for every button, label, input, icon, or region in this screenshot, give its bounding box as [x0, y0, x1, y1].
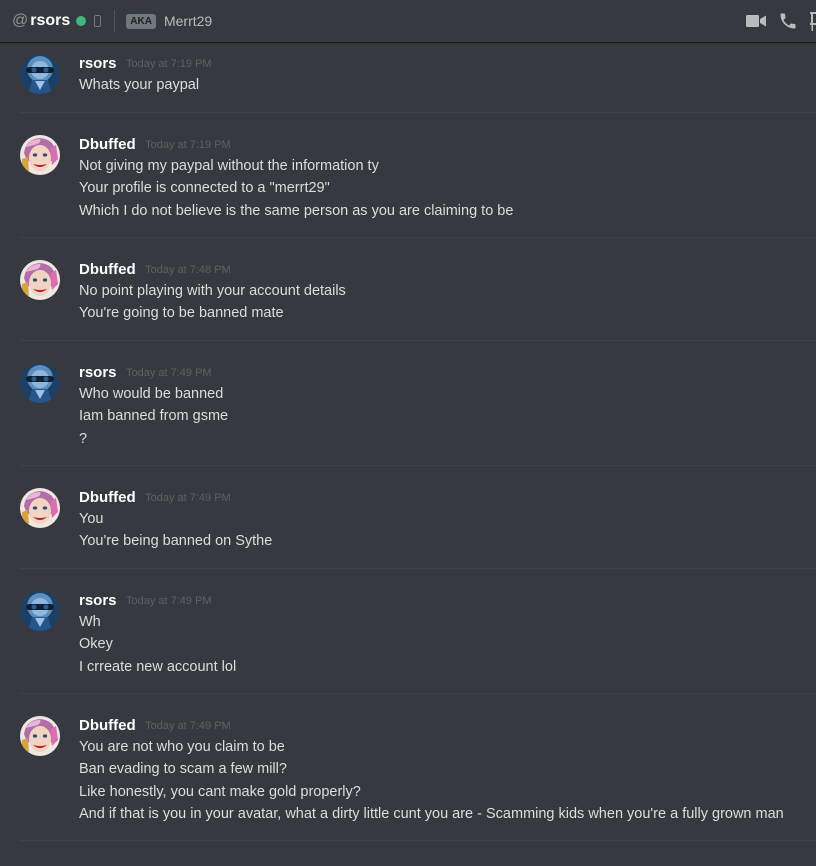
message-group: rsors Today at 7:49 PM Who would be bann…: [20, 363, 816, 466]
message-text: You are not who you claim to be: [79, 739, 285, 755]
message-group: rsors Today at 7:49 PM Wh Okey I crreate…: [20, 591, 816, 694]
message-timestamp: Today at 7:49 PM: [145, 720, 231, 732]
message-text: Your profile is connected to a "merrt29": [79, 180, 330, 197]
message-text: Ban evading to scam a few mill?: [79, 761, 287, 778]
message-group: rsors Today at 7:19 PM Whats your paypal: [20, 54, 816, 113]
message-group: Dbuffed Today at 7:48 PM No point playin…: [20, 260, 816, 341]
message-timestamp: Today at 7:49 PM: [145, 492, 231, 504]
video-call-icon[interactable]: [746, 14, 766, 28]
avatar[interactable]: [20, 591, 60, 631]
mobile-icon: [94, 15, 102, 27]
message-text: Iam banned from gsme: [79, 408, 229, 425]
avatar[interactable]: [20, 716, 60, 756]
message-group: Dbuffed Today at 7:19 PM Not giving my p…: [20, 135, 816, 238]
message-text: I crreate new account lol: [79, 658, 237, 675]
message-text: Like honestly, you cant make gold proper…: [79, 783, 361, 800]
message-text: Which I do not believe is the same perso…: [79, 202, 514, 219]
message-text: You're being banned on Sythe: [79, 533, 273, 550]
message-text: No point playing with your account detai…: [79, 283, 346, 299]
message-text: You: [79, 511, 104, 527]
message-timestamp: Today at 7:19 PM: [145, 139, 231, 151]
message-text: ?: [79, 430, 88, 447]
message-timestamp: Today at 7:19 PM: [125, 58, 212, 70]
message-author[interactable]: rsors: [79, 55, 117, 72]
avatar[interactable]: [20, 260, 60, 300]
message-text: Whats your paypal: [79, 77, 200, 93]
avatar[interactable]: [20, 363, 60, 403]
message-text: Not giving my paypal without the informa…: [79, 158, 379, 174]
aka-badge: AKA: [126, 13, 156, 29]
message-text: You're going to be banned mate: [79, 305, 284, 322]
message-group: Dbuffed Today at 7:49 PM You You're bein…: [20, 488, 816, 569]
avatar[interactable]: [20, 135, 60, 175]
message-text: Wh: [79, 614, 101, 630]
message-text: Okey: [79, 636, 113, 653]
dm-username[interactable]: rsors: [30, 12, 70, 30]
at-icon: @: [12, 12, 29, 29]
message-author[interactable]: rsors: [79, 592, 117, 609]
message-author[interactable]: Dbuffed: [79, 261, 136, 278]
avatar[interactable]: [20, 488, 60, 528]
channel-header: @ rsors AKA Merrt29: [0, 0, 816, 42]
message-group: Dbuffed Today at 7:49 PM You are not who…: [20, 716, 816, 841]
message-author[interactable]: Dbuffed: [79, 136, 136, 153]
message-text: Who would be banned: [79, 386, 224, 402]
voice-call-icon[interactable]: [778, 11, 798, 31]
pin-icon[interactable]: [810, 11, 816, 31]
message-timestamp: Today at 7:48 PM: [145, 264, 231, 276]
message-author[interactable]: Dbuffed: [79, 489, 136, 506]
header-toolbar: [746, 0, 816, 42]
header-divider: [114, 10, 116, 32]
message-timestamp: Today at 7:49 PM: [125, 595, 212, 607]
message-text: And if that is you in your avatar, what …: [79, 806, 784, 823]
online-status-icon: [76, 16, 87, 26]
avatar[interactable]: [20, 54, 60, 94]
message-author[interactable]: Dbuffed: [79, 717, 136, 734]
message-author[interactable]: rsors: [79, 364, 117, 381]
message-timestamp: Today at 7:49 PM: [125, 367, 212, 379]
aka-name: Merrt29: [163, 13, 213, 29]
